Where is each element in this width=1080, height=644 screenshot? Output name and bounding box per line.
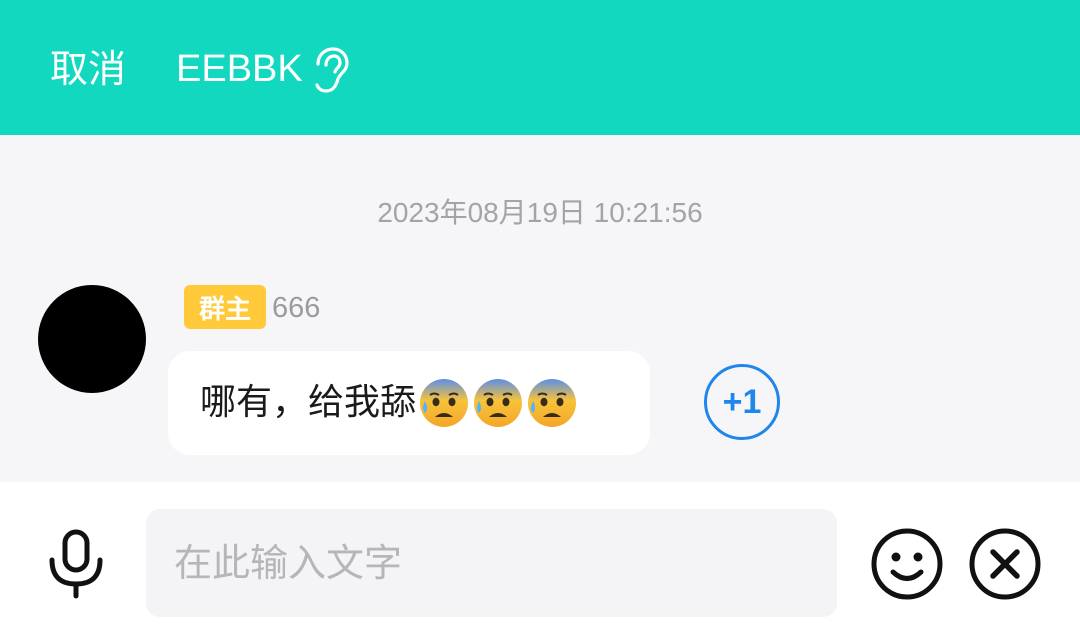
message-list[interactable]: 2023年08月19日 10:21:56 群主 666 哪有，给我舔 +1 — [0, 135, 1080, 482]
sender-name: 666 — [272, 292, 321, 324]
message-text: 哪有，给我舔 — [200, 382, 417, 423]
input-bar — [0, 482, 1080, 644]
anxious-face-with-sweat-icon — [528, 379, 577, 427]
top-bar: 取消 EEBBK — [0, 0, 1080, 135]
anxious-face-with-sweat-icon — [474, 379, 523, 427]
message-input[interactable] — [146, 509, 837, 617]
avatar[interactable] — [38, 285, 146, 393]
message-timestamp: 2023年08月19日 10:21:56 — [377, 197, 703, 228]
ear-icon[interactable] — [306, 46, 350, 94]
message-bubble[interactable]: 哪有，给我舔 — [168, 351, 650, 455]
plus-one-button[interactable]: +1 — [704, 364, 780, 440]
close-icon[interactable] — [968, 527, 1042, 601]
smile-icon[interactable] — [870, 527, 944, 601]
chat-screen: 取消 EEBBK 2023年08月19日 10:21:56 群主 666 哪有，… — [0, 0, 1080, 644]
anxious-face-with-sweat-icon — [420, 379, 469, 427]
chat-title: EEBBK — [176, 48, 303, 90]
role-badge: 群主 — [184, 285, 266, 329]
microphone-icon[interactable] — [44, 528, 108, 600]
message-emojis — [418, 377, 580, 429]
cancel-button[interactable]: 取消 — [50, 40, 126, 98]
